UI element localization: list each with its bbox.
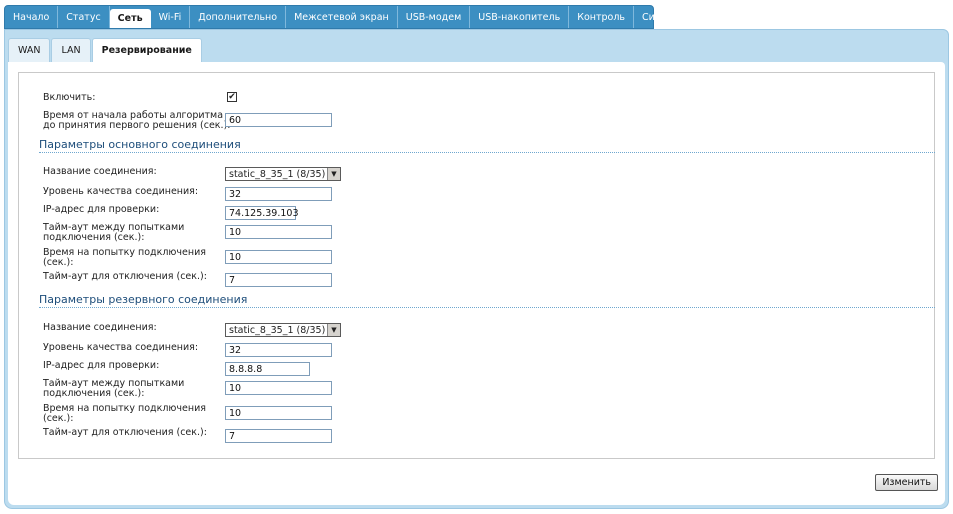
content-panel: WAN LAN Резервирование Включить: ✔ Время… <box>4 29 949 509</box>
backup-quality-label: Уровень качества соединения: <box>43 342 199 353</box>
sub-navigation: WAN LAN Резервирование <box>8 38 203 62</box>
tab-control[interactable]: Контроль <box>569 6 635 28</box>
backup-ip-label: IP-адрес для проверки: <box>43 360 160 371</box>
backup-disconnect-label: Тайм-аут для отключения (сек.): <box>43 427 207 438</box>
backup-section-divider <box>39 307 935 308</box>
primary-attempt-time-label-line2: (сек.): <box>43 257 74 268</box>
tab-status[interactable]: Статус <box>58 6 110 28</box>
tab-advanced[interactable]: Дополнительно <box>190 6 287 28</box>
primary-ip-input[interactable]: 74.125.39.103 <box>225 206 299 220</box>
primary-quality-label: Уровень качества соединения: <box>43 186 199 197</box>
tab-system[interactable]: Система <box>634 6 692 28</box>
backup-attempt-time-input[interactable]: 10 <box>225 406 332 420</box>
settings-form: Включить: ✔ Время от начала работы алгор… <box>18 72 935 459</box>
backup-retry-timeout-input[interactable]: 10 <box>225 381 332 395</box>
apply-button[interactable]: Изменить <box>875 474 938 491</box>
primary-attempt-time-input[interactable]: 10 <box>225 250 332 264</box>
backup-disconnect-input[interactable]: 7 <box>225 429 332 443</box>
subtab-lan[interactable]: LAN <box>51 38 91 62</box>
time-input[interactable]: 60 <box>225 113 332 127</box>
primary-retry-timeout-input[interactable]: 10 <box>225 225 332 239</box>
primary-section-title: Параметры основного соединения <box>39 138 241 151</box>
tab-usb-modem[interactable]: USB-модем <box>398 6 471 28</box>
tab-firewall[interactable]: Межсетевой экран <box>286 6 398 28</box>
backup-section-title: Параметры резервного соединения <box>39 293 248 306</box>
backup-conn-name-label: Название соединения: <box>43 322 157 333</box>
tab-wifi[interactable]: Wi-Fi <box>151 6 191 28</box>
primary-disconnect-label: Тайм-аут для отключения (сек.): <box>43 271 207 282</box>
enable-checkbox[interactable]: ✔ <box>227 92 237 102</box>
tab-network[interactable]: Сеть <box>109 9 151 28</box>
top-navigation: Начало Статус Сеть Wi-Fi Дополнительно М… <box>4 5 684 29</box>
primary-retry-timeout-label-line2: подключения (сек.): <box>43 232 145 243</box>
subtab-redundancy[interactable]: Резервирование <box>91 38 202 62</box>
tab-usb-storage[interactable]: USB-накопитель <box>470 6 570 28</box>
backup-attempt-time-label-line2: (сек.): <box>43 413 74 424</box>
primary-disconnect-input[interactable]: 7 <box>225 273 332 287</box>
tab-home[interactable]: Начало <box>5 6 59 28</box>
primary-conn-name-label: Название соединения: <box>43 166 157 177</box>
backup-retry-timeout-label-line2: подключения (сек.): <box>43 388 145 399</box>
time-label-line2: до принятия первого решения (сек.): <box>43 120 231 131</box>
backup-conn-name-select[interactable]: static_8_35_1 (8/35) ▼ <box>225 323 341 337</box>
primary-ip-label: IP-адрес для проверки: <box>43 204 160 215</box>
primary-quality-input[interactable]: 32 <box>225 187 332 201</box>
chevron-down-icon: ▼ <box>327 324 340 336</box>
primary-section-divider <box>39 152 935 153</box>
primary-conn-name-value: static_8_35_1 (8/35) <box>229 168 326 180</box>
backup-ip-input[interactable]: 8.8.8.8 <box>225 362 310 376</box>
backup-quality-input[interactable]: 32 <box>225 343 332 357</box>
backup-conn-name-value: static_8_35_1 (8/35) <box>229 324 326 336</box>
subtab-wan[interactable]: WAN <box>8 38 51 62</box>
settings-area: Включить: ✔ Время от начала работы алгор… <box>8 62 945 505</box>
chevron-down-icon: ▼ <box>327 168 340 180</box>
enable-label: Включить: <box>43 92 96 103</box>
primary-conn-name-select[interactable]: static_8_35_1 (8/35) ▼ <box>225 167 341 181</box>
